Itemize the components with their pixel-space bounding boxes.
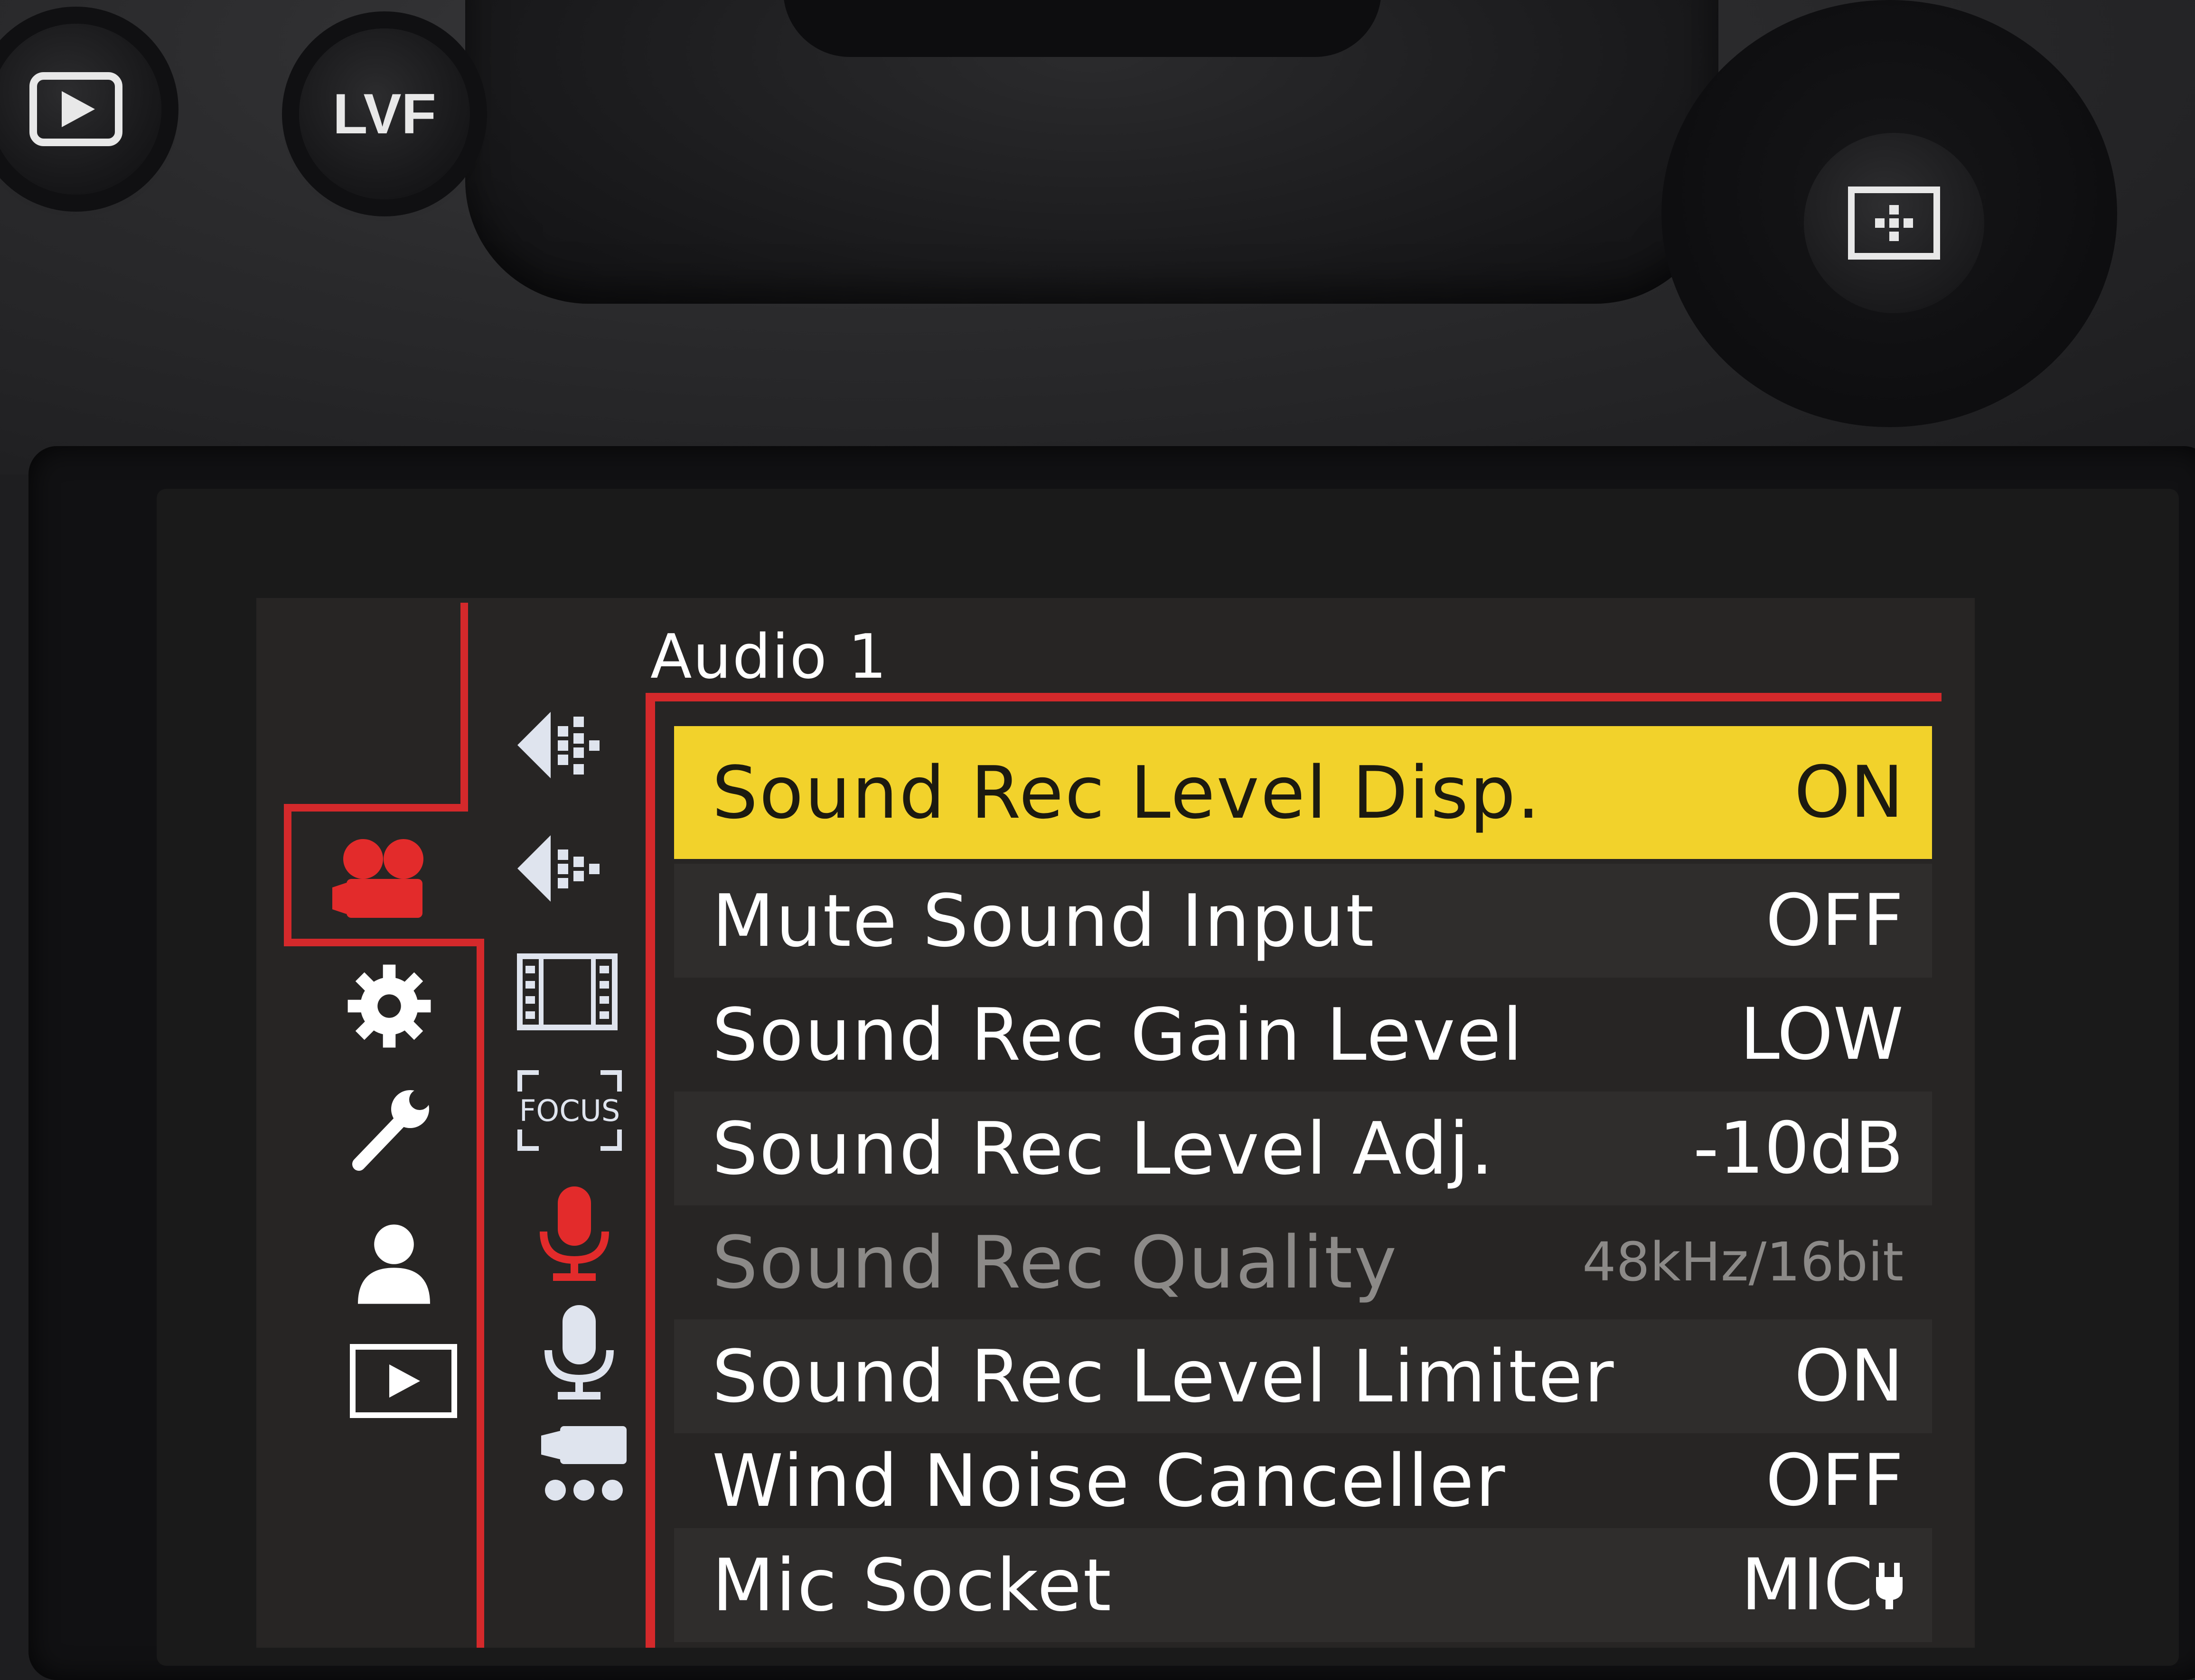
- tab-outline: [284, 939, 483, 946]
- joystick-grid-icon: [1848, 187, 1940, 260]
- exposure-1-icon: [517, 712, 600, 778]
- subtab-video-others[interactable]: [532, 1419, 636, 1509]
- menu-item-label: Sound Rec Quality: [712, 1220, 1398, 1305]
- exposure-2-icon: [517, 835, 600, 902]
- subtab-exposure-1[interactable]: [508, 698, 622, 793]
- playback-icon: [350, 1344, 457, 1418]
- lvf-button[interactable]: LVF: [299, 28, 470, 199]
- tab-outline: [460, 603, 468, 812]
- tab-setup[interactable]: [342, 1082, 437, 1182]
- tab-settings[interactable]: [342, 959, 437, 1054]
- microphone-2-icon: [544, 1305, 614, 1400]
- menu-item-value: MIC: [1741, 1544, 1873, 1626]
- menu-item-value: 48kHz/16bit: [1582, 1232, 1904, 1293]
- menu-item-value: OFF: [1765, 1439, 1904, 1522]
- menu-item-value: OFF: [1765, 879, 1904, 962]
- viewfinder-opening: [783, 0, 1381, 57]
- gear-icon: [347, 964, 431, 1048]
- menu-title: Audio 1: [650, 622, 888, 692]
- menu-item-label: Sound Rec Level Disp.: [712, 750, 1541, 835]
- person-icon: [358, 1224, 430, 1304]
- lvf-label: LVF: [333, 82, 436, 146]
- subtab-focus[interactable]: FOCUS: [513, 1063, 627, 1158]
- menu-item-value: ON: [1794, 751, 1904, 834]
- menu-item-sound-rec-level-adj[interactable]: Sound Rec Level Adj. -10dB: [674, 1092, 1932, 1205]
- menu-item-sound-rec-level-limiter[interactable]: Sound Rec Level Limiter ON: [674, 1319, 1932, 1433]
- tab-my-menu[interactable]: [347, 1215, 441, 1310]
- menu-item-value: -10dB: [1693, 1107, 1904, 1190]
- content-outline: [646, 693, 1942, 701]
- tab-playback[interactable]: [347, 1338, 460, 1424]
- subtab-audio-1[interactable]: [532, 1182, 617, 1286]
- menu-item-label: Mic Socket: [712, 1543, 1113, 1627]
- joystick-button[interactable]: [1804, 133, 1984, 313]
- tab-outline: [284, 804, 291, 946]
- menu-item-label: Sound Rec Level Limiter: [712, 1334, 1615, 1419]
- plug-power-icon: [1876, 1563, 1903, 1609]
- focus-icon: FOCUS: [517, 1070, 622, 1151]
- menu-item-label: Sound Rec Level Adj.: [712, 1106, 1495, 1191]
- menu-item-sound-rec-level-disp[interactable]: Sound Rec Level Disp. ON: [674, 726, 1932, 859]
- menu-item-label: Mute Sound Input: [712, 878, 1376, 963]
- content-outline: [646, 693, 655, 1648]
- tab-outline: [284, 804, 468, 812]
- subtab-audio-2[interactable]: [536, 1300, 622, 1405]
- video-camera-icon: [332, 839, 423, 918]
- menu-item-mute-sound-input[interactable]: Mute Sound Input OFF: [674, 864, 1932, 978]
- subtab-exposure-2[interactable]: [508, 821, 622, 916]
- video-others-icon: [541, 1426, 627, 1501]
- menu-item-value: LOW: [1740, 993, 1904, 1076]
- menu-item-value: ON: [1794, 1335, 1904, 1418]
- playback-icon: [29, 72, 122, 146]
- menu-item-value-group: MIC: [1741, 1544, 1904, 1626]
- film-strip-icon: [517, 953, 618, 1030]
- subtab-image-format[interactable]: [513, 949, 622, 1035]
- menu-item-sound-rec-quality: Sound Rec Quality 48kHz/16bit: [674, 1205, 1932, 1319]
- menu-item-sound-rec-gain-level[interactable]: Sound Rec Gain Level LOW: [674, 978, 1932, 1092]
- menu-item-wind-noise-canceller[interactable]: Wind Noise Canceller OFF: [674, 1424, 1932, 1538]
- focus-label: FOCUS: [519, 1093, 620, 1128]
- wrench-icon: [352, 1089, 430, 1171]
- menu-item-label: Wind Noise Canceller: [712, 1438, 1507, 1523]
- microphone-icon: [540, 1186, 609, 1281]
- menu-item-mic-socket[interactable]: Mic Socket MIC: [674, 1528, 1932, 1642]
- tab-outline: [477, 939, 484, 1648]
- menu-item-label: Sound Rec Gain Level: [712, 992, 1524, 1077]
- tab-video[interactable]: [328, 835, 441, 925]
